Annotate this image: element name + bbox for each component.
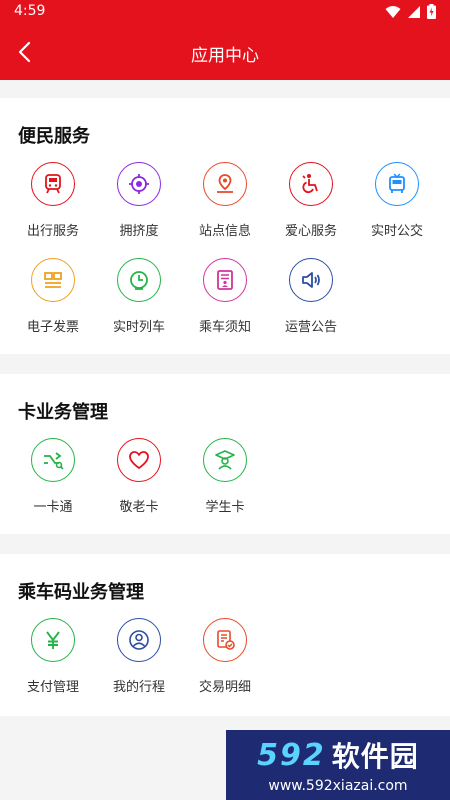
- app-item-icon: [31, 618, 75, 662]
- app-item-icon: [31, 258, 75, 302]
- app-item-label: 一卡通: [33, 500, 73, 515]
- watermark-logo: 592: [257, 737, 326, 773]
- app-item-icon: [117, 438, 161, 482]
- speaker-icon: [302, 272, 320, 288]
- app-item-my-trips[interactable]: 我的行程: [96, 618, 182, 698]
- app-item-icon: [203, 438, 247, 482]
- signal-icon: [408, 5, 420, 18]
- watermark: 592 软件园 www.592xiazai.com: [226, 730, 450, 800]
- app-item-icon: [31, 438, 75, 482]
- app-item-crowding[interactable]: 拥挤度: [96, 162, 182, 242]
- app-item-realtime-train[interactable]: 实时列车: [96, 258, 182, 338]
- app-header: 应用中心: [0, 24, 450, 80]
- app-item-operation-notice[interactable]: 运营公告: [268, 258, 354, 338]
- app-item-senior-card[interactable]: 敬老卡: [96, 438, 182, 518]
- app-item-care-service[interactable]: 爱心服务: [268, 162, 354, 242]
- app-item-label: 站点信息: [198, 224, 251, 239]
- app-item-label: 爱心服务: [284, 224, 337, 239]
- app-item-icon: [203, 618, 247, 662]
- map-pin-icon: [217, 174, 233, 193]
- section-title: 便民服务: [18, 126, 90, 147]
- student-icon: [215, 450, 235, 470]
- app-item-label: 我的行程: [112, 680, 165, 695]
- app-item-label: 拥挤度: [119, 224, 159, 239]
- section-convenience-services: 便民服务 出行服务 拥挤度 站点信息 爱心服务 实时公交 电子发票 实时列车 乘…: [0, 98, 450, 354]
- status-icons: [385, 4, 436, 19]
- invoice-icon: [44, 272, 62, 288]
- page-title: 应用中心: [191, 46, 259, 66]
- app-item-icon: [375, 162, 419, 206]
- document-check-icon: [217, 630, 235, 650]
- app-item-icon: [289, 162, 333, 206]
- app-item-travel-service[interactable]: 出行服务: [10, 162, 96, 242]
- watermark-url: www.592xiazai.com: [268, 778, 408, 794]
- app-item-icon: [203, 258, 247, 302]
- train-icon: [45, 174, 61, 194]
- status-bar: 4:59: [0, 0, 450, 24]
- notice-icon: [217, 270, 233, 290]
- app-item-one-card[interactable]: 一卡通: [10, 438, 96, 518]
- app-item-label: 乘车须知: [198, 320, 251, 335]
- section-title: 卡业务管理: [18, 402, 108, 423]
- app-item-label: 支付管理: [26, 680, 79, 695]
- app-item-icon: [117, 258, 161, 302]
- watermark-brand: 592 软件园: [226, 737, 450, 774]
- app-item-label: 敬老卡: [119, 500, 159, 515]
- section-card-business: 卡业务管理 一卡通 敬老卡 学生卡: [0, 374, 450, 534]
- watermark-brand-text: 软件园: [331, 740, 419, 773]
- app-item-transaction-details[interactable]: 交易明细: [182, 618, 268, 698]
- app-item-label: 学生卡: [205, 500, 245, 515]
- app-item-label: 出行服务: [26, 224, 79, 239]
- section-title: 乘车码业务管理: [18, 582, 144, 603]
- heart-icon: [129, 451, 149, 469]
- app-item-icon: [117, 618, 161, 662]
- app-item-label: 实时列车: [112, 320, 165, 335]
- battery-icon: [427, 4, 436, 19]
- app-item-realtime-bus[interactable]: 实时公交: [354, 162, 440, 242]
- app-item-riding-notice[interactable]: 乘车须知: [182, 258, 268, 338]
- app-item-icon: [31, 162, 75, 206]
- section-ride-code-business: 乘车码业务管理 支付管理 我的行程 交易明细: [0, 554, 450, 716]
- status-time: 4:59: [14, 3, 46, 19]
- app-item-label: 实时公交: [370, 224, 423, 239]
- app-item-icon: [289, 258, 333, 302]
- app-item-label: 电子发票: [26, 320, 79, 335]
- app-item-student-card[interactable]: 学生卡: [182, 438, 268, 518]
- clock-icon: [130, 271, 148, 290]
- target-icon: [129, 174, 149, 194]
- app-item-label: 运营公告: [284, 320, 337, 335]
- bus-icon: [389, 173, 405, 193]
- app-item-icon: [203, 162, 247, 206]
- app-item-payment-management[interactable]: 支付管理: [10, 618, 96, 698]
- app-item-label: 交易明细: [198, 680, 251, 695]
- app-item-e-invoice[interactable]: 电子发票: [10, 258, 96, 338]
- card-transfer-icon: [44, 452, 64, 470]
- wifi-icon: [385, 5, 401, 18]
- person-icon: [129, 630, 149, 650]
- app-item-station-info[interactable]: 站点信息: [182, 162, 268, 242]
- wheelchair-icon: [302, 174, 318, 194]
- yen-icon: [46, 631, 60, 649]
- app-item-icon: [117, 162, 161, 206]
